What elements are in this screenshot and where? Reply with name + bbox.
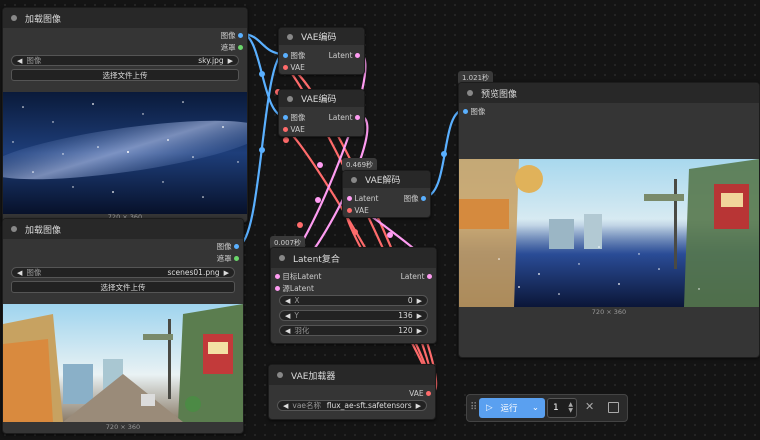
output-image-label: 图像 (220, 30, 236, 40)
arrow-right-icon[interactable]: ▶ (417, 312, 422, 320)
run-toolbar: ⠿ ▷ 运行 ⌄ 1 ▲ ▼ ✕ (466, 394, 628, 422)
output-latent-port[interactable] (427, 273, 432, 279)
input-image-port[interactable] (283, 52, 288, 58)
output-vae-label: VAE (409, 388, 424, 398)
input-vae-port[interactable] (347, 207, 352, 213)
input-image-label: 图像 (290, 50, 306, 60)
output-image-label: 图像 (216, 241, 232, 251)
x-number-widget[interactable]: ◀ X 0 ▶ (279, 295, 428, 306)
input-target-latent-label: 目标Latent (282, 271, 322, 281)
output-latent-port[interactable] (355, 114, 360, 120)
collapse-dot-icon[interactable] (351, 176, 357, 183)
close-icon[interactable]: ✕ (585, 400, 594, 413)
arrow-left-icon[interactable]: ◀ (285, 327, 290, 335)
node-title: 加载图像 (25, 225, 62, 236)
node-title: VAE编码 (301, 95, 337, 105)
preview-image-sky (3, 92, 247, 214)
arrow-right-icon[interactable]: ▶ (228, 57, 233, 65)
image-combo[interactable]: ◀ 图像 scenes01.png ▶ (11, 267, 235, 278)
upload-button[interactable]: 选择文件上传 (11, 69, 239, 81)
arrow-right-icon[interactable]: ▶ (417, 297, 422, 305)
output-image-port[interactable] (421, 195, 426, 201)
drag-handle-icon[interactable]: ⠿ (470, 402, 477, 413)
output-latent-port[interactable] (355, 52, 360, 58)
arrow-right-icon[interactable]: ▶ (224, 269, 229, 277)
input-source-latent-port[interactable] (275, 285, 280, 291)
input-image-label: 图像 (470, 106, 486, 116)
input-image-label: 图像 (290, 112, 306, 122)
chevron-down-icon[interactable]: ⌄ (532, 403, 539, 413)
batch-count-input[interactable]: 1 ▲ ▼ (547, 398, 577, 418)
vae-encode-node-2[interactable]: VAE编码 图像 VAE Latent (278, 89, 365, 137)
output-mask-label: 遮罩 (220, 42, 236, 52)
preview-output-image (459, 159, 759, 307)
input-vae-port[interactable] (283, 64, 288, 70)
arrow-left-icon[interactable]: ◀ (283, 402, 288, 410)
output-vae-port[interactable] (426, 390, 431, 396)
run-label: 运行 (500, 404, 518, 414)
collapse-dot-icon[interactable] (467, 90, 473, 96)
input-source-latent-label: 源Latent (282, 283, 314, 293)
vae-encode-node-1[interactable]: VAE编码 图像 VAE Latent (278, 27, 365, 75)
output-mask-label: 遮罩 (216, 253, 232, 263)
y-number-widget[interactable]: ◀ Y 136 ▶ (279, 310, 428, 321)
arrow-right-icon[interactable]: ▶ (417, 327, 422, 335)
output-latent-label: Latent (328, 112, 353, 122)
latent-composite-node[interactable]: Latent复合 目标Latent 源Latent Latent ◀ X 0 ▶ ◀ Y… (270, 247, 437, 344)
node-title: VAE解码 (365, 176, 401, 186)
node-title: Latent复合 (293, 254, 340, 265)
output-image-port[interactable] (238, 32, 243, 38)
image-combo[interactable]: ◀ 图像 sky.jpg ▶ (11, 55, 239, 66)
node-title: VAE编码 (301, 33, 337, 43)
input-target-latent-port[interactable] (275, 273, 280, 279)
preview-image-node[interactable]: 预览图像 图像 720 × 360 (458, 82, 760, 358)
input-vae-label: VAE (290, 62, 305, 72)
vae-loader-node[interactable]: VAE加载器 VAE ◀ vae名称 flux_ae-sft.safetensors… (268, 364, 436, 420)
load-image-node-2[interactable]: 加载图像 图像 遮罩 ◀ 图像 scenes01.png ▶ 选择文件上传 72… (2, 218, 244, 434)
output-latent-label: Latent (328, 50, 353, 60)
vae-name-combo[interactable]: ◀ vae名称 flux_ae-sft.safetensors ▶ (277, 400, 427, 411)
arrow-left-icon[interactable]: ◀ (17, 57, 22, 65)
play-icon: ▷ (486, 403, 493, 413)
image-dimension: 720 × 360 (105, 423, 141, 431)
load-image-node-1[interactable]: 加载图像 图像 遮罩 ◀ 图像 sky.jpg ▶ 选择文件上传 720 × 360 (2, 7, 248, 223)
output-mask-port[interactable] (234, 255, 239, 261)
stepper-icon[interactable]: ▲ ▼ (568, 402, 573, 414)
arrow-right-icon[interactable]: ▶ (416, 402, 421, 410)
collapse-dot-icon[interactable] (279, 255, 285, 261)
stop-icon[interactable] (608, 402, 619, 413)
input-vae-port[interactable] (283, 126, 288, 132)
collapse-dot-icon[interactable] (11, 15, 17, 21)
upload-button[interactable]: 选择文件上传 (11, 281, 235, 293)
arrow-left-icon[interactable]: ◀ (17, 269, 22, 277)
run-button[interactable]: ▷ 运行 ⌄ (479, 398, 545, 418)
node-title: 加载图像 (25, 14, 62, 25)
node-title: VAE加载器 (291, 371, 336, 382)
output-image-port[interactable] (234, 243, 239, 249)
feather-number-widget[interactable]: ◀ 羽化 120 ▶ (279, 325, 428, 336)
preview-image-scene (3, 304, 243, 422)
node-title: 预览图像 (481, 89, 518, 100)
output-latent-label: Latent (400, 271, 425, 281)
collapse-dot-icon[interactable] (277, 372, 283, 378)
input-image-port[interactable] (463, 108, 468, 114)
output-mask-port[interactable] (238, 44, 243, 50)
collapse-dot-icon[interactable] (287, 33, 293, 40)
input-image-port[interactable] (283, 114, 288, 120)
arrow-left-icon[interactable]: ◀ (285, 312, 290, 320)
collapse-dot-icon[interactable] (287, 95, 293, 102)
input-latent-port[interactable] (347, 195, 352, 201)
input-latent-label: Latent (354, 193, 379, 203)
image-dimension: 720 × 360 (591, 308, 627, 316)
input-vae-label: VAE (290, 124, 305, 134)
collapse-dot-icon[interactable] (11, 226, 17, 232)
arrow-left-icon[interactable]: ◀ (285, 297, 290, 305)
output-image-label: 图像 (403, 193, 419, 203)
input-vae-label: VAE (354, 205, 369, 215)
vae-decode-node[interactable]: VAE解码 Latent VAE 图像 (342, 170, 431, 218)
